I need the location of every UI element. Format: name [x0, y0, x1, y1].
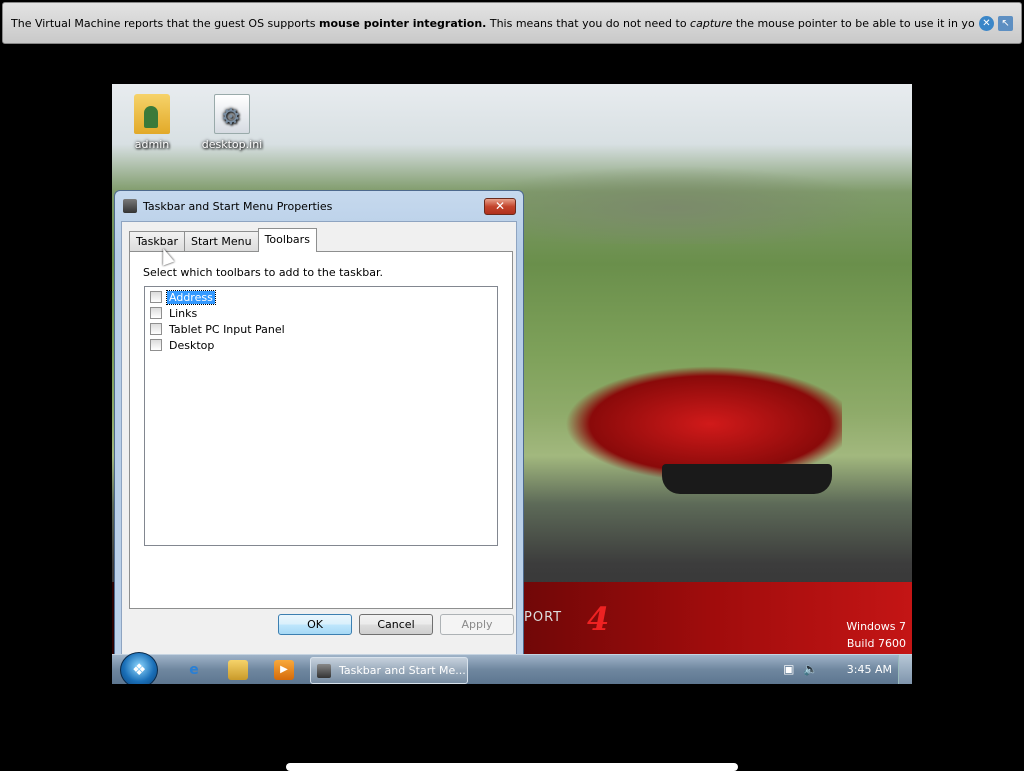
taskbar: e ▶ Taskbar and Start Me... ▣ 🔈 3:45 AM: [112, 652, 912, 684]
toolbar-item-label: Desktop: [169, 338, 215, 352]
dialog-titlebar[interactable]: Taskbar and Start Menu Properties: [123, 199, 332, 213]
apply-button[interactable]: Apply: [440, 614, 514, 635]
desktop-icon-desktop-ini[interactable]: desktop.ini: [192, 94, 272, 151]
windows-explorer-icon[interactable]: [228, 660, 248, 680]
taskbar-app-icon: [317, 663, 331, 678]
toolbar-item-label: Tablet PC Input Panel: [169, 322, 285, 336]
taskbar-properties-dialog[interactable]: Taskbar and Start Menu Properties ✕ Task…: [114, 190, 524, 684]
ok-button[interactable]: OK: [278, 614, 352, 635]
clock[interactable]: 3:45 AM: [847, 663, 892, 676]
wallpaper-car-grille: [662, 464, 832, 494]
taskbar-app-icon: [123, 199, 137, 213]
desktop-checkbox[interactable]: [150, 339, 162, 351]
volume-icon[interactable]: 🔈: [803, 662, 819, 676]
desktop-icon-admin[interactable]: admin: [112, 94, 192, 151]
show-desktop-button[interactable]: [898, 655, 912, 684]
settings-file-icon: [214, 94, 250, 134]
user-folder-icon: [134, 94, 170, 134]
wallpaper-brand-number: 4: [587, 600, 610, 638]
taskbar-window-button[interactable]: Taskbar and Start Me...: [310, 657, 468, 684]
dialog-body: Taskbar Start Menu Toolbars Select which…: [121, 221, 517, 684]
start-button[interactable]: [120, 652, 158, 684]
mouse-integration-icon[interactable]: ↖: [998, 15, 1013, 31]
network-icon[interactable]: ▣: [781, 662, 797, 676]
tab-start-menu[interactable]: Start Menu: [184, 231, 259, 251]
close-icon[interactable]: ✕: [979, 15, 994, 31]
tab-toolbars[interactable]: Toolbars: [257, 228, 317, 252]
toolbar-item-desktop[interactable]: Desktop: [150, 337, 497, 353]
cancel-button[interactable]: Cancel: [359, 614, 433, 635]
taskbar-window-label: Taskbar and Start Me...: [339, 664, 466, 677]
desktop-icon-label: admin: [134, 138, 170, 151]
windows-version: Windows 7 Build 7600: [846, 618, 906, 652]
dialog-close-button[interactable]: ✕: [484, 198, 516, 215]
desktop-icon-label: desktop.ini: [201, 138, 263, 151]
dialog-title: Taskbar and Start Menu Properties: [143, 199, 333, 213]
toolbar-item-label: Links: [169, 306, 198, 320]
internet-explorer-icon[interactable]: e: [184, 660, 204, 680]
os-name: Windows 7: [846, 620, 906, 633]
media-player-icon[interactable]: ▶: [274, 660, 294, 680]
toolbar-item-links[interactable]: Links: [150, 305, 497, 321]
tab-strip: Taskbar Start Menu Toolbars: [129, 228, 317, 252]
toolbars-tab-page: Select which toolbars to add to the task…: [129, 251, 513, 609]
toolbar-item-tablet-pc-input-panel[interactable]: Tablet PC Input Panel: [150, 321, 497, 337]
toolbar-item-label: Address: [166, 289, 216, 305]
toolbars-prompt: Select which toolbars to add to the task…: [143, 266, 383, 279]
toolbar-item-address[interactable]: Address: [150, 289, 497, 305]
tab-taskbar[interactable]: Taskbar: [129, 231, 185, 251]
toolbars-list[interactable]: Address Links Tablet PC Input Panel Desk…: [144, 286, 498, 546]
address-checkbox[interactable]: [150, 291, 162, 303]
notification-bar: The Virtual Machine reports that the gue…: [2, 2, 1022, 44]
guest-screen[interactable]: PORT 4 Windows 7 Build 7600 admin deskto…: [112, 84, 912, 684]
system-tray: ▣ 🔈 3:45 AM: [781, 662, 892, 676]
wallpaper-brand: PORT: [524, 610, 563, 625]
links-checkbox[interactable]: [150, 307, 162, 319]
notification-message: The Virtual Machine reports that the gue…: [11, 16, 975, 30]
tablet-pc-input-panel-checkbox[interactable]: [150, 323, 162, 335]
bottom-scrollbar[interactable]: [286, 763, 738, 771]
build-number: Build 7600: [846, 637, 906, 650]
